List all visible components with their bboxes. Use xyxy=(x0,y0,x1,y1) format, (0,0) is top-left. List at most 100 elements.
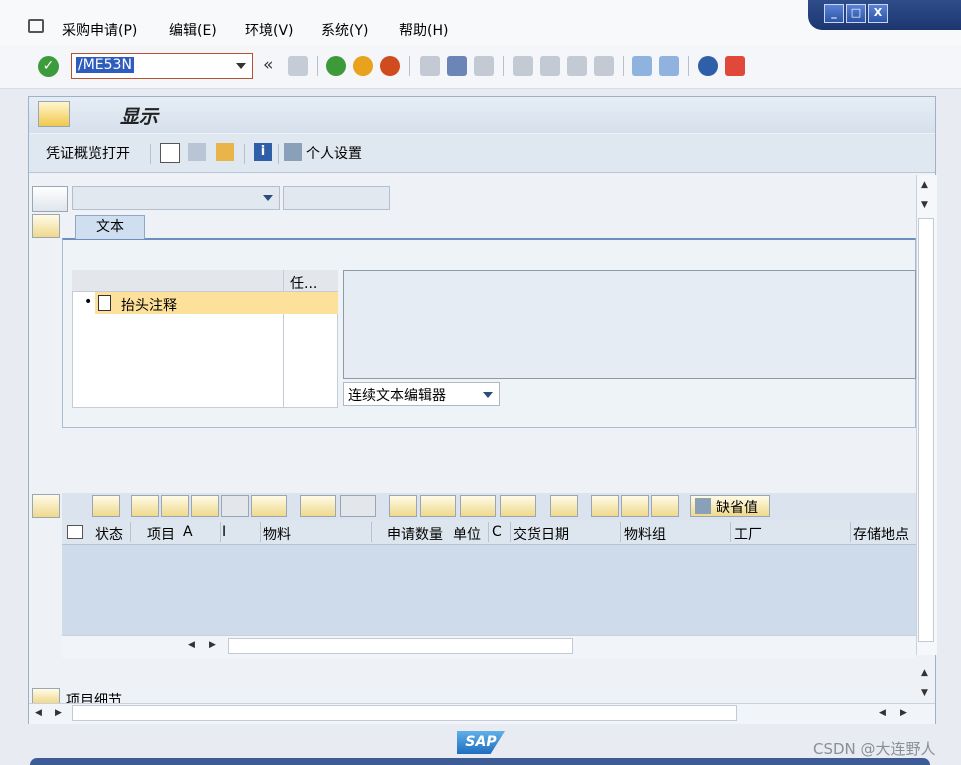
close-button[interactable]: X xyxy=(868,4,888,23)
customize-layout-icon[interactable] xyxy=(725,56,745,76)
other-document-icon[interactable] xyxy=(216,143,234,161)
scroll-left-icon[interactable]: ◀ xyxy=(35,708,42,718)
column-divider xyxy=(620,522,621,542)
column-quantity[interactable]: 申请数量 xyxy=(387,524,443,544)
chevron-down-icon[interactable] xyxy=(263,195,273,201)
export-icon[interactable] xyxy=(460,495,496,517)
editor-type-select[interactable]: 连续文本编辑器 xyxy=(343,382,500,406)
system-menu-icon[interactable] xyxy=(28,19,44,33)
column-c[interactable]: C xyxy=(492,524,502,540)
menu-help[interactable]: 帮助(H) xyxy=(399,20,448,40)
help-icon[interactable] xyxy=(698,56,718,76)
column-material-group[interactable]: 物料组 xyxy=(624,524,666,544)
document-number-field[interactable] xyxy=(283,186,390,210)
maximize-button[interactable]: □ xyxy=(846,4,866,23)
collapse-item-detail-icon[interactable] xyxy=(32,688,60,704)
filter-icon[interactable] xyxy=(251,495,287,517)
column-item[interactable]: 项目 xyxy=(147,524,175,544)
scroll-right-icon[interactable]: ▶ xyxy=(209,640,216,650)
menu-purchase-req[interactable]: 采购申请(P) xyxy=(62,20,137,40)
menu-environment[interactable]: 环境(V) xyxy=(245,20,294,40)
previous-page-icon xyxy=(540,56,560,76)
cancel-icon[interactable] xyxy=(380,56,400,76)
layout-icon[interactable] xyxy=(500,495,536,517)
chevron-down-icon[interactable] xyxy=(236,63,246,69)
create-icon[interactable] xyxy=(160,143,180,163)
scroll-right-icon[interactable]: ▶ xyxy=(900,708,907,718)
column-unit[interactable]: 单位 xyxy=(453,524,481,544)
cart-icon[interactable] xyxy=(32,186,68,212)
table-settings-icon[interactable] xyxy=(67,525,83,539)
find-icon[interactable] xyxy=(191,495,219,517)
attachment-icon[interactable] xyxy=(651,495,679,517)
column-status[interactable]: 状态 xyxy=(95,524,123,544)
new-session-icon[interactable] xyxy=(632,56,652,76)
tab-text[interactable]: 文本 xyxy=(75,215,145,239)
tree-item-label: 抬头注释 xyxy=(121,298,177,314)
scroll-up-icon[interactable]: ▲ xyxy=(921,180,928,190)
scroll-thumb[interactable] xyxy=(918,218,934,642)
exit-icon[interactable] xyxy=(353,56,373,76)
item-detail-label[interactable]: 项目细节 xyxy=(66,690,122,703)
column-divider xyxy=(220,522,221,542)
item-table-body[interactable] xyxy=(62,545,916,635)
column-account-assignment[interactable]: A xyxy=(183,524,193,540)
print-icon xyxy=(420,56,440,76)
scroll-left-icon[interactable]: ◀ xyxy=(188,640,195,650)
enter-icon[interactable]: ✓ xyxy=(38,56,59,77)
column-material[interactable]: 物料 xyxy=(263,524,291,544)
transfer-icon[interactable] xyxy=(591,495,619,517)
minimize-button[interactable]: _ xyxy=(824,4,844,23)
display-change-toggle-icon[interactable] xyxy=(188,143,206,161)
collapse-command-button[interactable]: « xyxy=(263,55,273,75)
tree-column-2-header[interactable]: 任... xyxy=(290,273,317,293)
screen-scroll-thumb[interactable] xyxy=(72,705,737,721)
info-icon[interactable] xyxy=(550,495,578,517)
personal-settings-button[interactable]: 个人设置 xyxy=(306,143,362,163)
view-icon[interactable] xyxy=(420,495,456,517)
collapse-header-icon[interactable] xyxy=(32,214,60,238)
sum-icon[interactable] xyxy=(300,495,336,517)
scroll-left-icon[interactable]: ◀ xyxy=(879,708,886,718)
personal-settings-icon[interactable] xyxy=(284,143,302,161)
collapse-items-icon[interactable] xyxy=(32,494,60,518)
scroll-down-icon[interactable]: ▼ xyxy=(921,688,928,698)
back-icon[interactable] xyxy=(326,56,346,76)
last-page-icon xyxy=(594,56,614,76)
info-icon[interactable]: i xyxy=(254,143,272,161)
scroll-up-icon[interactable]: ▲ xyxy=(921,668,928,678)
chevron-down-icon[interactable] xyxy=(483,392,493,398)
command-field[interactable]: /ME53N xyxy=(71,53,253,79)
document-type-select[interactable] xyxy=(72,186,280,210)
toolbar-separator xyxy=(278,144,279,164)
toolbar-separator xyxy=(409,56,410,76)
document-overview-button[interactable]: 凭证概览打开 xyxy=(46,143,130,163)
settings-icon[interactable] xyxy=(621,495,649,517)
save-icon[interactable] xyxy=(288,56,308,76)
column-storage-location[interactable]: 存储地点 xyxy=(853,524,909,544)
tree-column-divider xyxy=(283,270,284,408)
default-values-label: 缺省值 xyxy=(716,500,758,516)
find-icon[interactable] xyxy=(447,56,467,76)
toolbar-separator xyxy=(150,144,151,164)
page-title: 显示 xyxy=(120,106,159,128)
horizontal-scroll-thumb[interactable] xyxy=(228,638,573,654)
details-icon[interactable] xyxy=(92,495,120,517)
scroll-right-icon[interactable]: ▶ xyxy=(55,708,62,718)
print-icon[interactable] xyxy=(389,495,417,517)
toolbar-separator xyxy=(688,56,689,76)
column-delivery-date[interactable]: 交货日期 xyxy=(513,524,569,544)
default-values-button[interactable]: 缺省值 xyxy=(690,495,770,517)
column-divider xyxy=(371,522,372,542)
column-item-category[interactable]: I xyxy=(222,524,226,540)
shortcut-icon[interactable] xyxy=(659,56,679,76)
menu-edit[interactable]: 编辑(E) xyxy=(169,20,217,40)
column-plant[interactable]: 工厂 xyxy=(734,524,762,544)
display-change-icon[interactable] xyxy=(38,101,70,127)
sort-ascending-icon[interactable] xyxy=(131,495,159,517)
sort-descending-icon[interactable] xyxy=(161,495,189,517)
subtotal-icon xyxy=(340,495,376,517)
menu-system[interactable]: 系统(Y) xyxy=(321,20,368,40)
scroll-down-icon[interactable]: ▼ xyxy=(921,200,928,210)
text-editor-area[interactable] xyxy=(343,270,916,379)
